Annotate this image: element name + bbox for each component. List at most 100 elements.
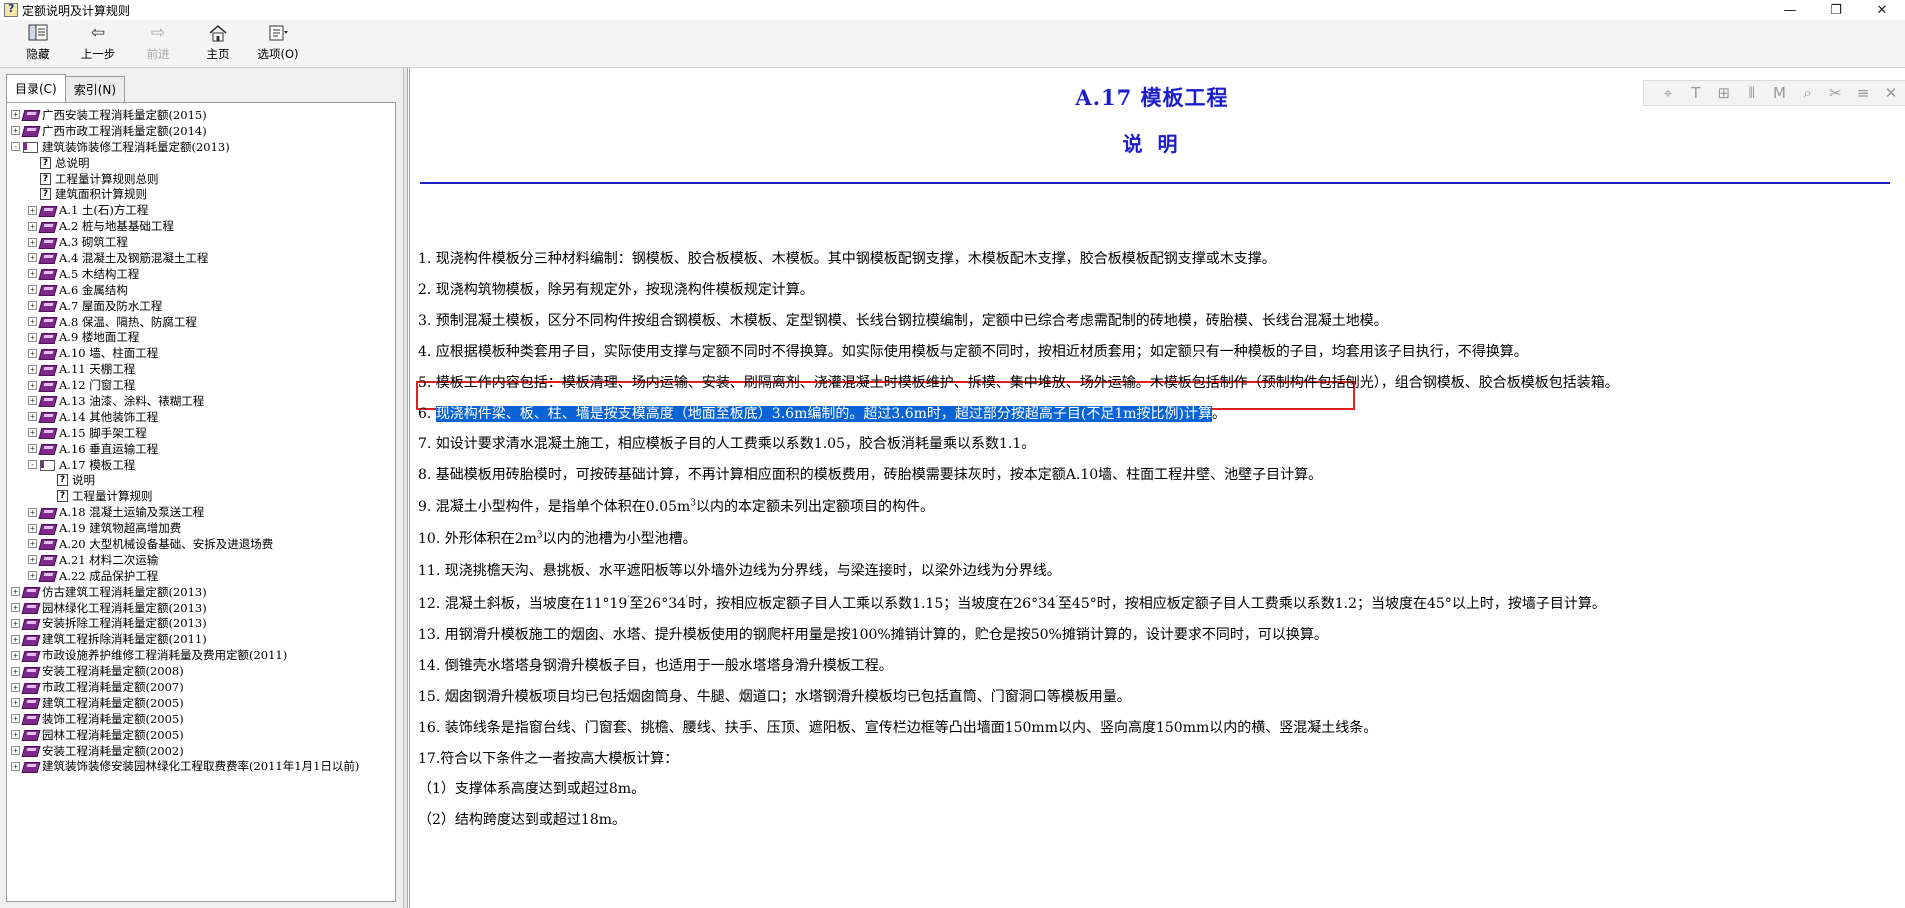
expand-icon[interactable]: + — [28, 444, 37, 454]
expand-icon[interactable]: + — [28, 317, 37, 327]
expand-icon[interactable]: + — [11, 650, 20, 660]
tree-item[interactable]: + A.12 门窗工程 — [7, 377, 395, 393]
tree-item[interactable]: + A.16 垂直运输工程 — [7, 441, 395, 457]
tree-item[interactable]: + 园林工程消耗量定额(2005) — [7, 727, 395, 743]
expand-icon[interactable]: + — [11, 587, 20, 597]
doc-tool-icon[interactable]: ⊞ — [1710, 84, 1738, 102]
forward-button[interactable]: ⇨ 前进 — [128, 20, 188, 66]
expand-icon[interactable]: + — [28, 539, 37, 549]
home-button[interactable]: 主页 — [188, 20, 248, 66]
expand-icon[interactable]: + — [11, 110, 20, 120]
expand-icon[interactable]: + — [28, 364, 37, 374]
expand-icon[interactable]: + — [11, 126, 20, 136]
expand-icon[interactable]: + — [28, 269, 37, 279]
doc-tool-icon[interactable]: ≡ — [1849, 84, 1877, 102]
expand-icon[interactable]: + — [28, 555, 37, 565]
tree-item[interactable]: ? 工程量计算规则总则 — [7, 171, 395, 187]
tab-contents[interactable]: 目录(C) — [6, 74, 66, 102]
collapse-icon[interactable]: - — [28, 460, 37, 470]
expand-icon[interactable]: + — [11, 666, 20, 676]
expand-icon[interactable]: + — [28, 221, 37, 231]
tree-item[interactable]: ? 工程量计算规则 — [7, 488, 395, 504]
minimize-button[interactable]: — — [1767, 0, 1813, 20]
expand-icon[interactable]: + — [28, 285, 37, 295]
tree-item[interactable]: + 市政工程消耗量定额(2007) — [7, 679, 395, 695]
doc-tool-icon[interactable]: ⦀ — [1738, 84, 1766, 102]
tree-item[interactable]: + 广西市政工程消耗量定额(2014) — [7, 123, 395, 139]
tree-item[interactable]: + A.10 墙、柱面工程 — [7, 345, 395, 361]
tree-item[interactable]: + 仿古建筑工程消耗量定额(2013) — [7, 584, 395, 600]
expand-icon[interactable]: + — [28, 253, 37, 263]
hide-button[interactable]: 隐藏 — [8, 20, 68, 66]
tree-item[interactable]: - A.17 模板工程 — [7, 457, 395, 473]
expand-icon[interactable]: + — [28, 348, 37, 358]
tree-item[interactable]: + 安装工程消耗量定额(2008) — [7, 663, 395, 679]
tree-item[interactable]: + 安装拆除工程消耗量定额(2013) — [7, 616, 395, 632]
tab-index[interactable]: 索引(N) — [64, 76, 126, 102]
contents-tree[interactable]: + 广西安装工程消耗量定额(2015) + 广西市政工程消耗量定额(2014) - 建筑装… — [6, 102, 396, 902]
expand-icon[interactable]: + — [28, 571, 37, 581]
doc-tool-icon[interactable]: ⌕ — [1793, 84, 1821, 102]
expand-icon[interactable]: + — [28, 428, 37, 438]
tree-item[interactable]: + 园林绿化工程消耗量定额(2013) — [7, 600, 395, 616]
expand-icon[interactable]: + — [11, 634, 20, 644]
tree-item[interactable]: + A.9 楼地面工程 — [7, 329, 395, 345]
tree-item[interactable]: + 装饰工程消耗量定额(2005) — [7, 711, 395, 727]
expand-icon[interactable]: + — [11, 730, 20, 740]
doc-tool-icon[interactable]: ⌖ — [1654, 84, 1682, 102]
tree-item[interactable]: + A.21 材料二次运输 — [7, 552, 395, 568]
expand-icon[interactable]: + — [11, 618, 20, 628]
tree-item[interactable]: + A.1 土(石)方工程 — [7, 202, 395, 218]
tree-item[interactable]: ? 建筑面积计算规则 — [7, 186, 395, 202]
tree-item[interactable]: + A.6 金属结构 — [7, 282, 395, 298]
doc-tool-icon[interactable]: ✕ — [1877, 84, 1905, 102]
expand-icon[interactable]: + — [11, 714, 20, 724]
expand-icon[interactable]: + — [11, 698, 20, 708]
pane-splitter[interactable] — [404, 68, 408, 908]
tree-item[interactable]: + 建筑工程拆除消耗量定额(2011) — [7, 631, 395, 647]
tree-item[interactable]: + 安装工程消耗量定额(2002) — [7, 743, 395, 759]
tree-item[interactable]: + A.20 大型机械设备基础、安拆及进退场费 — [7, 536, 395, 552]
close-button[interactable]: ✕ — [1859, 0, 1905, 20]
tree-item[interactable]: + A.11 天棚工程 — [7, 361, 395, 377]
expand-icon[interactable]: + — [28, 237, 37, 247]
doc-tool-icon[interactable]: ✂ — [1821, 84, 1849, 102]
expand-icon[interactable]: + — [28, 301, 37, 311]
expand-icon[interactable]: + — [11, 603, 20, 613]
restore-button[interactable]: ❐ — [1813, 0, 1859, 20]
collapse-icon[interactable]: - — [11, 142, 20, 152]
expand-icon[interactable]: + — [11, 761, 20, 771]
tree-item[interactable]: - 建筑装饰装修工程消耗量定额(2013) — [7, 139, 395, 155]
expand-icon[interactable]: + — [28, 380, 37, 390]
options-button[interactable]: 选项(O) — [248, 20, 308, 66]
tree-item[interactable]: + 建筑装饰装修安装园林绿化工程取费费率(2011年1月1日以前) — [7, 759, 395, 775]
tree-item[interactable]: + A.7 屋面及防水工程 — [7, 298, 395, 314]
tree-item[interactable]: + A.8 保温、隔热、防腐工程 — [7, 314, 395, 330]
doc-tool-icon[interactable]: T — [1682, 84, 1710, 102]
tree-item[interactable]: + A.4 混凝土及钢筋混凝土工程 — [7, 250, 395, 266]
back-button[interactable]: ⇦ 上一步 — [68, 20, 128, 66]
tree-item[interactable]: + 市政设施养护维修工程消耗量及费用定额(2011) — [7, 647, 395, 663]
expand-icon[interactable]: + — [28, 523, 37, 533]
expand-icon[interactable]: + — [28, 205, 37, 215]
tree-item[interactable]: + A.13 油漆、涂料、裱糊工程 — [7, 393, 395, 409]
tree-item[interactable]: + A.5 木结构工程 — [7, 266, 395, 282]
tree-item[interactable]: + A.2 桩与地基基础工程 — [7, 218, 395, 234]
tree-item[interactable]: + A.22 成品保护工程 — [7, 568, 395, 584]
tree-item[interactable]: + A.3 砌筑工程 — [7, 234, 395, 250]
tree-item[interactable]: + 广西安装工程消耗量定额(2015) — [7, 107, 395, 123]
expand-icon[interactable]: + — [28, 396, 37, 406]
tree-item[interactable]: + A.14 其他装饰工程 — [7, 409, 395, 425]
tree-item[interactable]: + 建筑工程消耗量定额(2005) — [7, 695, 395, 711]
expand-icon[interactable]: + — [11, 746, 20, 756]
doc-tool-icon[interactable]: M — [1766, 84, 1794, 102]
expand-icon[interactable]: + — [28, 332, 37, 342]
tree-item[interactable]: + A.19 建筑物超高增加费 — [7, 520, 395, 536]
expand-icon[interactable]: + — [28, 412, 37, 422]
expand-icon[interactable]: + — [11, 682, 20, 692]
tree-item[interactable]: + A.15 脚手架工程 — [7, 425, 395, 441]
expand-icon[interactable]: + — [28, 507, 37, 517]
tree-item[interactable]: + A.18 混凝土运输及泵送工程 — [7, 504, 395, 520]
tree-item[interactable]: ? 说明 — [7, 472, 395, 488]
tree-item[interactable]: ? 总说明 — [7, 155, 395, 171]
